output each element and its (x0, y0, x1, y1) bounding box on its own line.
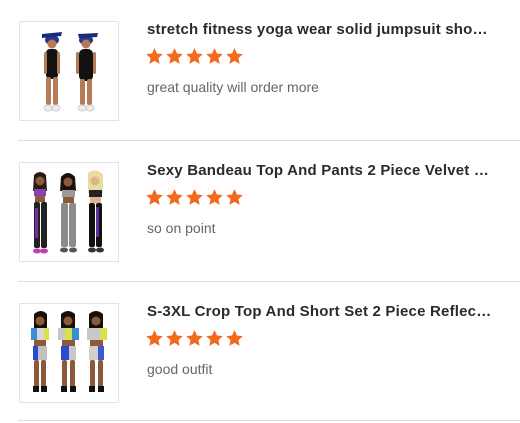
review-item: S-3XL Crop Top And Short Set 2 Piece Ref… (0, 282, 520, 423)
product-thumbnail[interactable] (19, 303, 119, 403)
star-icon (146, 48, 163, 64)
star-rating (145, 329, 244, 353)
star-icon (166, 330, 183, 346)
star-icon (226, 189, 243, 205)
star-icon (186, 189, 203, 205)
star-icon (166, 48, 183, 64)
star-icon (226, 48, 243, 64)
star-icon (206, 48, 223, 64)
star-icon (146, 189, 163, 205)
review-item: Sexy Bandeau Top And Pants 2 Piece Velve… (0, 141, 520, 282)
product-title[interactable]: Sexy Bandeau Top And Pants 2 Piece Velve… (147, 162, 492, 179)
review-list: stretch fitness yoga wear solid jumpsuit… (0, 0, 520, 421)
star-icon (206, 330, 223, 346)
review-item: stretch fitness yoga wear solid jumpsuit… (0, 0, 520, 141)
star-icon (186, 48, 203, 64)
review-comment: great quality will order more (147, 79, 319, 95)
star-rating (145, 47, 244, 71)
divider (18, 420, 520, 421)
star-rating (145, 188, 244, 212)
review-comment: so on point (147, 220, 216, 236)
product-photo-reflective-sets (20, 304, 118, 402)
review-comment: good outfit (147, 361, 213, 377)
star-icon (166, 189, 183, 205)
star-icon (146, 330, 163, 346)
product-photo-velvet-sets (20, 163, 118, 261)
star-icon (206, 189, 223, 205)
product-thumbnail[interactable] (19, 21, 119, 121)
star-icon (186, 330, 203, 346)
star-icon (226, 330, 243, 346)
product-title[interactable]: stretch fitness yoga wear solid jumpsuit… (147, 21, 492, 38)
product-title[interactable]: S-3XL Crop Top And Short Set 2 Piece Ref… (147, 303, 492, 320)
product-photo-black-jumpsuit (20, 22, 118, 120)
product-thumbnail[interactable] (19, 162, 119, 262)
